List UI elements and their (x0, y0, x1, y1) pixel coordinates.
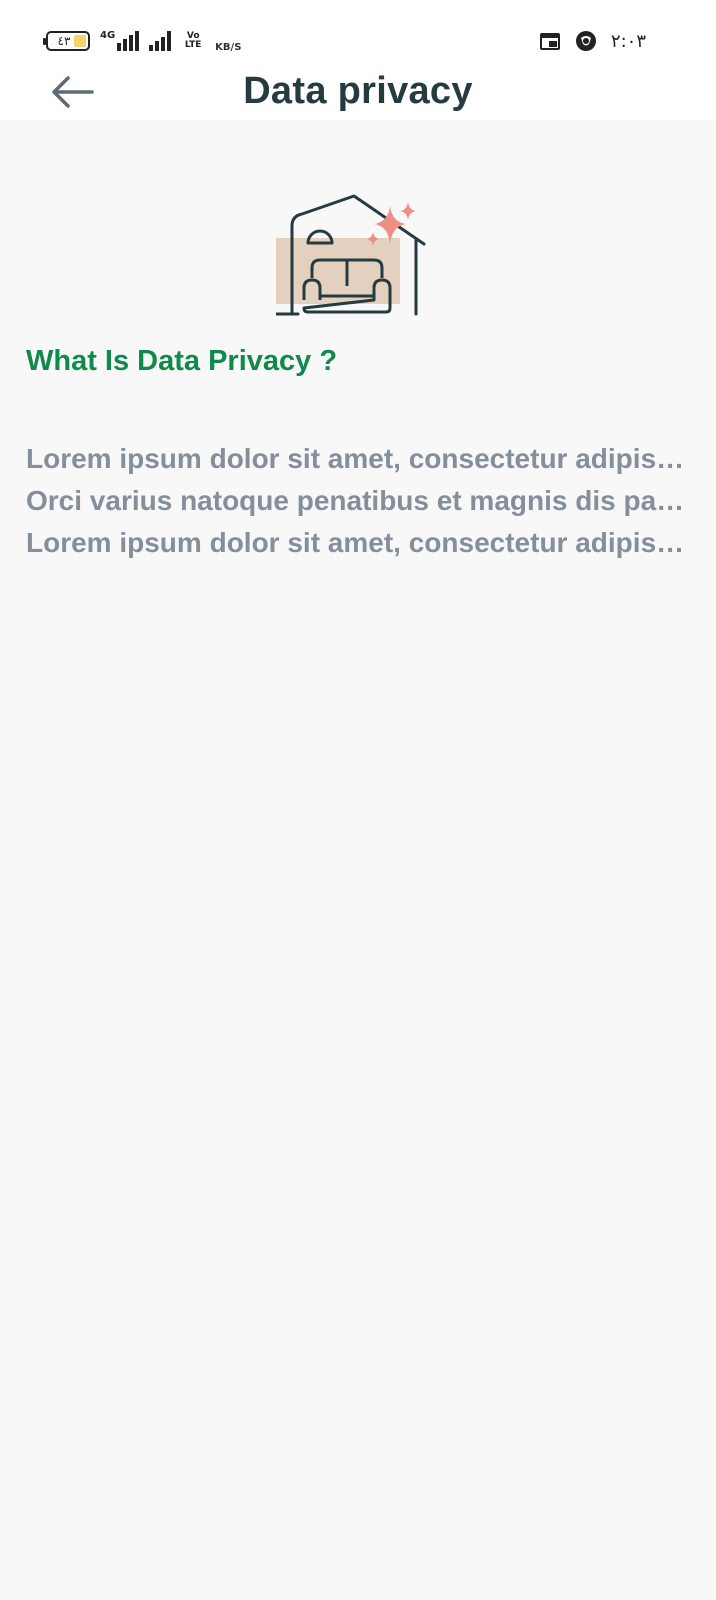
signal-icon (117, 31, 140, 51)
network-type: 4G (100, 30, 116, 41)
body-paragraph: Lorem ipsum dolor sit amet, consectetur … (26, 443, 686, 474)
page-title: Data privacy (243, 70, 473, 112)
clock-time: ٢:٠٣ (610, 30, 646, 52)
home-sofa-illustration-icon (276, 194, 426, 316)
body-paragraph: Orci varius natoque penatibus et magnis … (26, 485, 686, 516)
calendar-icon (539, 33, 560, 50)
signal-4g-group: 4G (100, 30, 140, 51)
section-title: What Is Data Privacy ? (26, 345, 338, 377)
vpn-icon (575, 31, 596, 51)
status-left-group: ٤٣ 4G Vo LTE KB/S (43, 26, 242, 56)
body-text: Lorem ipsum dolor sit amet, consectetur … (26, 438, 686, 564)
volte-icon: Vo LTE (184, 31, 202, 50)
app-header: Data privacy (0, 60, 716, 120)
battery-level: ٤٣ (57, 34, 71, 48)
body-paragraph: Lorem ipsum dolor sit amet, consectetur … (26, 527, 686, 558)
battery-icon: ٤٣ (43, 31, 90, 51)
status-right-group: ٢:٠٣ (539, 28, 646, 54)
network-speed-unit: KB/S (215, 41, 242, 53)
signal-icon (149, 31, 172, 51)
